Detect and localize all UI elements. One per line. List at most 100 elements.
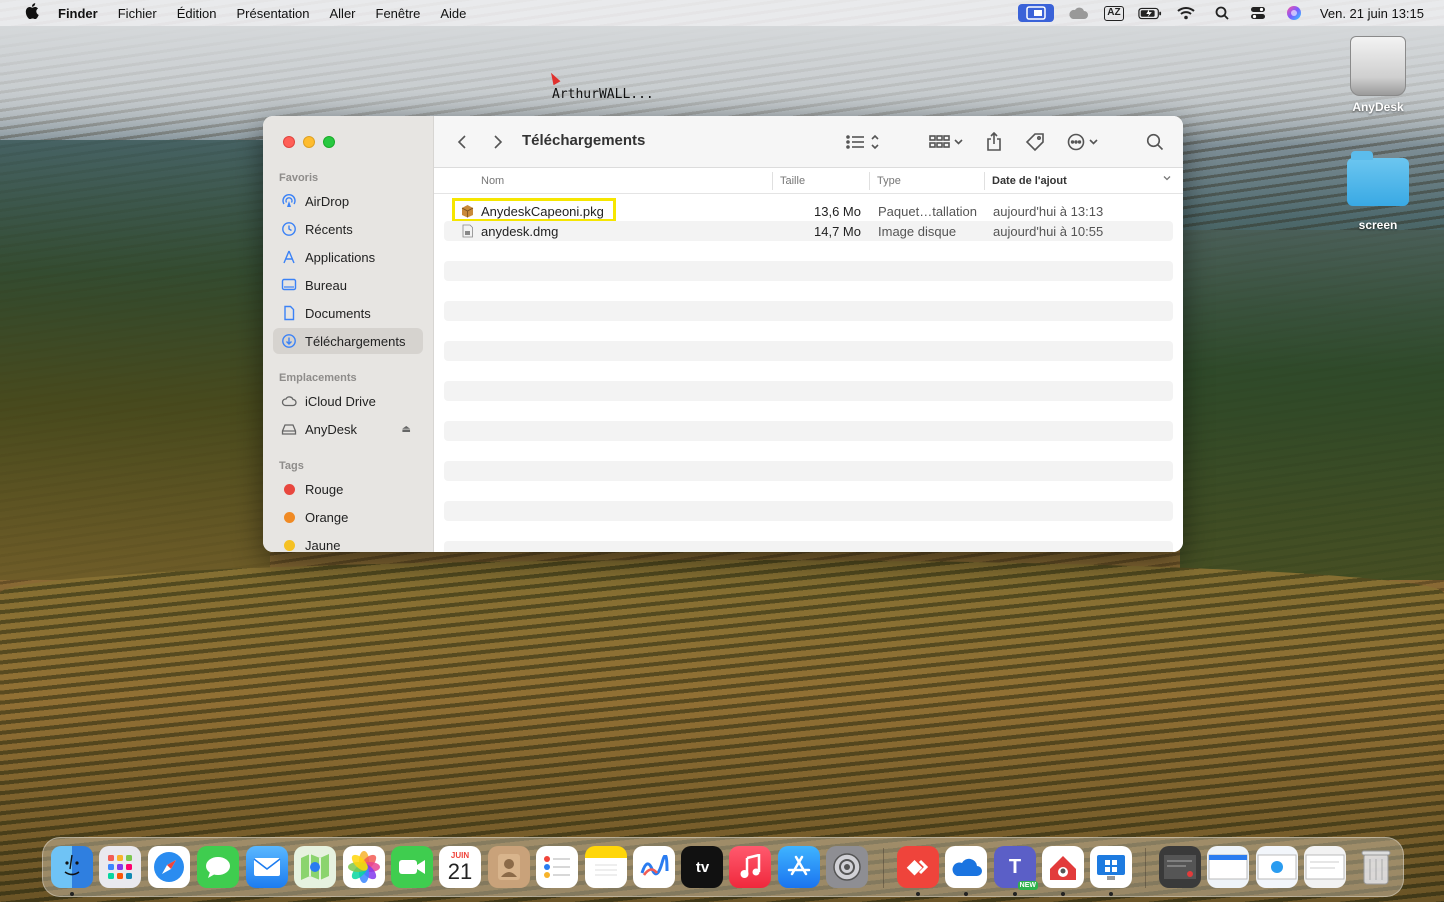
teams-logo-icon: T [1008, 856, 1022, 878]
safari-dock-icon[interactable] [148, 846, 190, 888]
menu-presentation[interactable]: Présentation [237, 6, 310, 21]
apple-tv-dock-icon[interactable]: tv [681, 846, 723, 888]
spotlight-search-icon[interactable] [1210, 4, 1234, 22]
empty-row [444, 541, 1173, 552]
sidebar-item-icloud-drive[interactable]: iCloud Drive [273, 388, 423, 414]
file-size: 14,7 Mo [814, 224, 861, 239]
sidebar-item-telechargements[interactable]: Téléchargements [273, 328, 423, 354]
anydesk-dock-icon[interactable] [897, 846, 939, 888]
airdrop-icon [281, 193, 297, 209]
maps-dock-icon[interactable] [294, 846, 336, 888]
recent-window-thumbnail-3[interactable] [1256, 846, 1298, 888]
more-actions-button[interactable] [1066, 130, 1104, 154]
photos-dock-icon[interactable] [343, 846, 385, 888]
sidebar-tag-orange[interactable]: Orange [273, 504, 423, 530]
remote-desktop-dock-icon[interactable] [1042, 846, 1084, 888]
disk-image-icon [461, 224, 474, 238]
notes-dock-icon[interactable] [585, 846, 627, 888]
keyboard-layout-icon[interactable]: AZ [1102, 4, 1126, 22]
tags-button[interactable] [1024, 130, 1046, 154]
finder-toolbar: Téléchargements [434, 116, 1183, 168]
close-window-button[interactable] [283, 136, 295, 148]
column-divider[interactable] [869, 172, 870, 190]
menu-aller[interactable]: Aller [330, 6, 356, 21]
sidebar-item-label: Bureau [305, 277, 347, 293]
view-mode-button[interactable] [844, 130, 884, 154]
calendar-dock-icon[interactable]: JUIN 21 [439, 846, 481, 888]
menu-app-finder[interactable]: Finder [58, 6, 98, 21]
column-header-name[interactable]: Nom [481, 175, 504, 187]
mail-dock-icon[interactable] [246, 846, 288, 888]
facetime-dock-icon[interactable] [391, 846, 433, 888]
contacts-dock-icon[interactable] [488, 846, 530, 888]
sidebar-item-documents[interactable]: Documents [273, 300, 423, 326]
recent-window-thumbnail-2[interactable] [1207, 846, 1249, 888]
sidebar-item-applications[interactable]: Applications [273, 244, 423, 270]
trash-dock-icon[interactable] [1355, 846, 1397, 888]
tv-label: tv [695, 858, 710, 876]
sidebar-tag-rouge[interactable]: Rouge [273, 476, 423, 502]
recent-window-thumbnail-1[interactable] [1159, 846, 1201, 888]
finder-sidebar: Favoris AirDrop Récents Applications Bur… [263, 116, 434, 552]
column-header-size[interactable]: Taille [780, 175, 805, 187]
sidebar-item-bureau[interactable]: Bureau [273, 272, 423, 298]
launchpad-dock-icon[interactable] [99, 846, 141, 888]
desktop-screen-folder[interactable]: screen [1333, 150, 1423, 232]
sidebar-item-anydesk[interactable]: AnyDesk ⏏ [273, 416, 423, 442]
cloud-status-icon[interactable] [1066, 4, 1090, 22]
cloud-icon [281, 393, 297, 409]
eject-icon[interactable]: ⏏ [402, 424, 411, 435]
siri-icon[interactable] [1282, 4, 1306, 22]
zoom-window-button[interactable] [323, 136, 335, 148]
highlight-box [452, 198, 616, 222]
apple-menu-icon[interactable] [22, 2, 42, 24]
menu-aide[interactable]: Aide [440, 6, 466, 21]
control-center-icon[interactable] [1246, 4, 1270, 22]
menu-edition[interactable]: Édition [177, 6, 217, 21]
windows-app-dock-icon[interactable] [1090, 846, 1132, 888]
screen-share-status-icon[interactable] [1017, 4, 1054, 22]
sort-chevron-down-icon[interactable] [1162, 173, 1172, 186]
sidebar-tag-jaune[interactable]: Jaune [273, 532, 423, 552]
column-divider[interactable] [984, 172, 985, 190]
column-header-type[interactable]: Type [877, 175, 901, 187]
sidebar-item-label: AirDrop [305, 193, 350, 209]
file-row[interactable]: anydesk.dmg 14,7 Mo Image disque aujourd… [444, 221, 1173, 241]
finder-dock-icon[interactable] [51, 846, 93, 888]
column-header-row: Nom Taille Type Date de l'ajout [434, 168, 1183, 194]
search-button[interactable] [1144, 130, 1166, 154]
battery-icon[interactable] [1138, 4, 1162, 22]
app-store-dock-icon[interactable] [778, 846, 820, 888]
music-dock-icon[interactable] [729, 846, 771, 888]
minimize-window-button[interactable] [303, 136, 315, 148]
sidebar-item-label: Applications [305, 249, 376, 265]
running-indicator [1109, 892, 1113, 896]
menubar-clock[interactable]: Ven. 21 juin 13:15 [1320, 6, 1424, 21]
sidebar-item-recents[interactable]: Récents [273, 216, 423, 242]
forward-button[interactable] [488, 130, 508, 154]
finder-main: Téléchargements Nom Taille Type Date de … [434, 116, 1183, 552]
download-icon [281, 333, 297, 349]
wifi-icon[interactable] [1174, 4, 1198, 22]
freeform-dock-icon[interactable] [633, 846, 675, 888]
share-button[interactable] [984, 130, 1004, 154]
back-button[interactable] [452, 130, 472, 154]
group-button[interactable] [928, 130, 968, 154]
new-badge: NEW [1017, 881, 1038, 890]
sidebar-item-airdrop[interactable]: AirDrop [273, 188, 423, 214]
messages-dock-icon[interactable] [197, 846, 239, 888]
menu-fichier[interactable]: Fichier [118, 6, 157, 21]
empty-row [444, 501, 1173, 521]
menu-fenetre[interactable]: Fenêtre [376, 6, 421, 21]
desktop-anydesk-drive[interactable]: AnyDesk [1333, 36, 1423, 114]
onedrive-dock-icon[interactable] [945, 846, 987, 888]
desktop-forest-left [0, 140, 270, 580]
column-header-date-added[interactable]: Date de l'ajout [992, 175, 1067, 187]
system-settings-dock-icon[interactable] [826, 846, 868, 888]
column-divider[interactable] [772, 172, 773, 190]
reminders-dock-icon[interactable] [536, 846, 578, 888]
recent-window-thumbnail-4[interactable] [1304, 846, 1346, 888]
empty-row [444, 461, 1173, 481]
sidebar-section-locations: Emplacements [279, 372, 357, 384]
teams-dock-icon[interactable]: T NEW [994, 846, 1038, 890]
